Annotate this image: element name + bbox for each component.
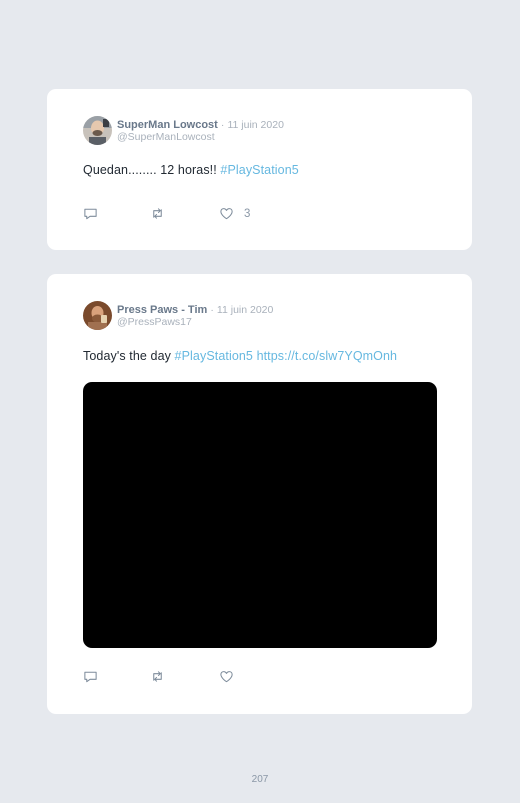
like-count: 3 bbox=[244, 207, 251, 220]
video-media[interactable] bbox=[83, 382, 437, 648]
hashtag-link[interactable]: #PlayStation5 bbox=[220, 163, 298, 177]
retweet-button[interactable] bbox=[150, 206, 165, 221]
bald-man-avatar-icon bbox=[83, 116, 112, 145]
tweet-header: SuperMan Lowcost · 11 juin 2020 @SuperMa… bbox=[83, 116, 284, 145]
separator-dot: · bbox=[220, 118, 225, 131]
tweet-text-plain: Today's the day bbox=[83, 349, 175, 363]
tweet-date[interactable]: 11 juin 2020 bbox=[227, 119, 283, 131]
heart-icon bbox=[220, 208, 233, 220]
reply-button[interactable] bbox=[83, 669, 98, 684]
tweet-text: Today's the day #PlayStation5 https://t.… bbox=[83, 349, 397, 363]
tweet-actions bbox=[83, 669, 283, 685]
avatar[interactable] bbox=[83, 116, 112, 145]
tweet-card: SuperMan Lowcost · 11 juin 2020 @SuperMa… bbox=[47, 89, 472, 250]
page-number: 207 bbox=[251, 774, 269, 785]
avatar[interactable] bbox=[83, 301, 112, 330]
tweet-text-plain: Quedan........ 12 horas!! bbox=[83, 163, 221, 177]
retweet-button[interactable] bbox=[150, 669, 165, 684]
tweet-header: Press Paws - Tim · 11 juin 2020 @PressPa… bbox=[83, 301, 273, 330]
author-handle[interactable]: @PressPaws17 bbox=[117, 316, 273, 328]
tweet-actions: 3 bbox=[83, 206, 283, 222]
heart-icon bbox=[220, 671, 233, 683]
tweet-text: Quedan........ 12 horas!! #PlayStation5 bbox=[83, 163, 299, 177]
retweet-icon bbox=[153, 208, 162, 219]
url-link[interactable]: https://t.co/slw7YQmOnh bbox=[257, 349, 398, 363]
author-name[interactable]: SuperMan Lowcost bbox=[117, 119, 218, 131]
tweet-card: Press Paws - Tim · 11 juin 2020 @PressPa… bbox=[47, 274, 472, 714]
retweet-icon bbox=[153, 671, 162, 682]
reply-button[interactable] bbox=[83, 206, 98, 221]
separator-dot: · bbox=[210, 303, 214, 316]
like-button[interactable] bbox=[219, 669, 234, 684]
tweet-date[interactable]: 11 juin 2020 bbox=[217, 304, 273, 316]
author-name[interactable]: Press Paws - Tim bbox=[117, 304, 207, 316]
hashtag-link[interactable]: #PlayStation5 bbox=[175, 349, 253, 363]
author-handle[interactable]: @SuperManLowcost bbox=[117, 131, 284, 143]
comment-icon bbox=[84, 208, 97, 220]
like-button[interactable]: 3 bbox=[219, 206, 250, 221]
bearded-man-avatar-icon bbox=[83, 301, 112, 330]
comment-icon bbox=[84, 671, 97, 683]
